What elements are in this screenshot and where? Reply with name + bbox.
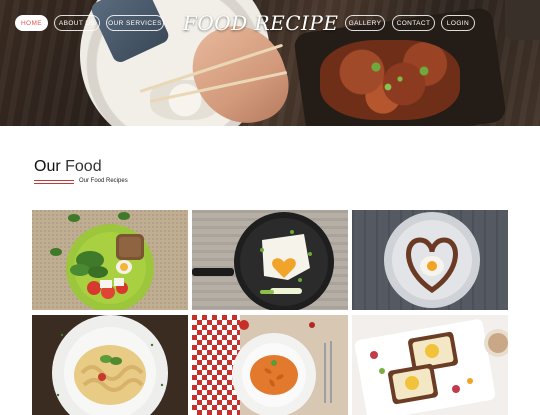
nav-login[interactable]: LOGIN: [441, 15, 475, 31]
side-plate: [505, 0, 540, 40]
salad-plate-photo[interactable]: [32, 210, 188, 310]
pasta-plate-illustration: [32, 315, 188, 415]
title-underline: [34, 183, 74, 184]
heart-plate-illustration: [352, 210, 508, 310]
section-title-light: Food: [65, 158, 102, 175]
heart-egg-pan-illustration: [192, 210, 348, 310]
toast-platter-photo[interactable]: [352, 315, 508, 415]
penne-plate-illustration: [192, 315, 348, 415]
section-subtitle: Our Food Recipes: [79, 178, 128, 184]
section-title: Our Food: [34, 158, 102, 176]
site-logo[interactable]: FOOD RECIPE: [183, 11, 338, 35]
pasta-plate-photo[interactable]: [32, 315, 188, 415]
nav-contact[interactable]: CONTACT: [392, 15, 435, 31]
heart-plate-photo[interactable]: [352, 210, 508, 310]
nav-home[interactable]: HOME: [15, 15, 48, 31]
toast-platter-illustration: [352, 315, 508, 415]
nav-about-us[interactable]: ABOUT US: [54, 15, 100, 31]
penne-plate-photo[interactable]: [192, 315, 348, 415]
green-onion-garnish: [360, 55, 440, 95]
hero-banner: HOME ABOUT US OUR SERVICES FOOD RECIPE G…: [0, 0, 540, 126]
heart-egg-pan-photo[interactable]: [192, 210, 348, 310]
section-title-strong: Our: [34, 158, 61, 175]
salad-plate-illustration: [32, 210, 188, 310]
nav-gallery[interactable]: GALLERY: [345, 15, 385, 31]
nav-our-services[interactable]: OUR SERVICES: [106, 15, 164, 31]
title-underline: [34, 180, 74, 181]
